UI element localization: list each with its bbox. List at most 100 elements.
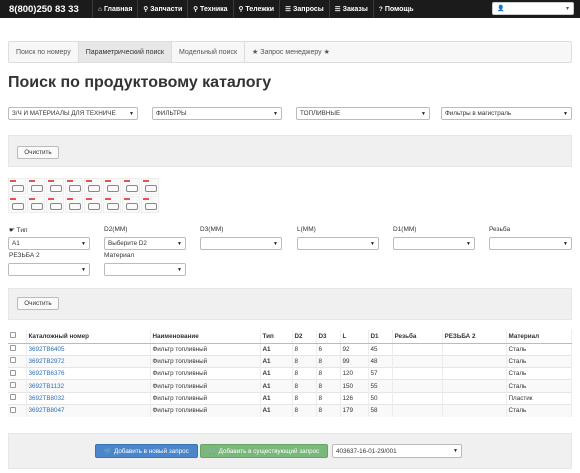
row-checkbox-cell[interactable]	[8, 379, 27, 393]
catalog-number-link[interactable]: 3692TB1132	[29, 383, 65, 390]
nav-orders[interactable]: ☰ Заказы	[328, 0, 373, 18]
select-all-checkbox[interactable]	[10, 332, 16, 339]
cell-thread2	[442, 342, 507, 356]
cell-thread2	[442, 354, 507, 368]
nav-carts[interactable]: ⚲ Тележки	[232, 0, 280, 18]
chevron-down-icon: ▼	[273, 240, 278, 247]
filter-thumbnail[interactable]	[27, 178, 45, 195]
thread2-label: РЕЗЬБА 2	[9, 252, 40, 259]
row-checkbox-cell[interactable]	[8, 354, 27, 368]
filter-thumbnail[interactable]	[84, 178, 102, 195]
cell-thread2	[442, 379, 507, 393]
nav-requests[interactable]: ☰ Запросы	[279, 0, 329, 18]
cell-thread	[392, 379, 443, 393]
select-value: 403637-16-01-29/001	[336, 447, 397, 455]
list-icon: ☰	[285, 6, 291, 13]
nav-label: Тележки	[245, 5, 275, 13]
chevron-down-icon: ▼	[81, 266, 86, 273]
search-icon: ⚲	[238, 6, 244, 13]
row-checkbox-cell[interactable]	[8, 391, 27, 405]
row-checkbox[interactable]	[10, 406, 16, 413]
cell-thread	[392, 342, 443, 356]
row-checkbox[interactable]	[10, 394, 16, 401]
search-icon: ⚲	[193, 6, 199, 13]
d1-select[interactable]: ▼	[393, 237, 475, 250]
filter-thumbnail[interactable]	[122, 196, 140, 213]
nav-parts[interactable]: ⚲ Запчасти	[137, 0, 187, 18]
nav-help[interactable]: ? Помощь	[372, 0, 419, 18]
filter-thumbnail[interactable]	[122, 178, 140, 195]
filter-thumbnail[interactable]	[103, 196, 121, 213]
chevron-down-icon: ▼	[370, 240, 375, 247]
select-value: Выберите D2	[108, 240, 147, 247]
filter-thumbnail[interactable]	[8, 196, 26, 213]
page-title: Поиск по продуктовому каталогу	[8, 74, 272, 91]
cell-material: Сталь	[506, 342, 572, 356]
category-select-4[interactable]: Фильтры в магистраль ▼	[441, 107, 572, 120]
tab-parametric-search[interactable]: Параметрический поиск	[78, 42, 172, 62]
catalog-number-link[interactable]: 3692TB6376	[29, 370, 65, 377]
existing-request-select[interactable]: 403637-16-01-29/001 ▼	[332, 444, 462, 458]
chevron-down-icon: ▼	[177, 240, 182, 247]
filter-thumbnail[interactable]	[141, 178, 159, 195]
row-checkbox[interactable]	[10, 369, 16, 376]
row-checkbox[interactable]	[10, 382, 16, 389]
thread-label: Резьба	[489, 226, 511, 233]
col-d1: D1	[368, 330, 393, 344]
filter-thumbnail[interactable]	[84, 196, 102, 213]
category-select-3[interactable]: ТОПЛИВНЫЕ ▼	[296, 107, 430, 120]
nav-home[interactable]: ⌂ Главная	[92, 0, 137, 18]
nav-label: Помощь	[384, 5, 414, 13]
add-to-existing-request-button[interactable]: 🛒 Добавить в существующий запрос	[200, 444, 328, 458]
tab-manager-request[interactable]: ★ Запрос менеджеру ★	[245, 42, 337, 62]
filter-thumbnail[interactable]	[65, 196, 83, 213]
cell-material: Сталь	[506, 403, 572, 417]
d3-select[interactable]: ▼	[200, 237, 282, 250]
cell-d1: 48	[368, 354, 393, 368]
filter-thumbnail[interactable]	[46, 178, 64, 195]
thread-select[interactable]: ▼	[489, 237, 572, 250]
l-select[interactable]: ▼	[297, 237, 379, 250]
cell-material: Сталь	[506, 367, 572, 380]
label-text: Тип	[16, 227, 28, 234]
user-menu-dropdown[interactable]: 👤 ▾	[492, 2, 574, 15]
catalog-number-link[interactable]: 3692TB2972	[29, 358, 65, 365]
filter-thumbnail[interactable]	[27, 196, 45, 213]
question-icon: ?	[378, 5, 383, 13]
add-to-new-request-button[interactable]: 🛒 Добавить в новый запрос	[95, 444, 198, 458]
d2-select[interactable]: Выберите D2 ▼	[104, 237, 186, 250]
cell-d1: 55	[368, 379, 393, 393]
filter-thumbnail[interactable]	[46, 196, 64, 213]
category-select-1[interactable]: З/Ч И МАТЕРИАЛЫ ДЛЯ ТЕХНИЧЕ ▼	[8, 107, 138, 120]
category-select-2[interactable]: ФИЛЬТРЫ ▼	[152, 107, 282, 120]
home-icon: ⌂	[98, 5, 102, 13]
row-checkbox[interactable]	[10, 345, 16, 352]
row-checkbox-cell[interactable]	[8, 367, 27, 380]
material-select[interactable]: ▼	[104, 263, 186, 276]
tab-model-search[interactable]: Модельный поиск	[172, 42, 246, 62]
row-checkbox[interactable]	[10, 357, 16, 364]
cell-l: 99	[340, 354, 369, 368]
chevron-down-icon: ▼	[466, 240, 471, 247]
catalog-number-link[interactable]: 3692TB8047	[29, 407, 65, 414]
clear-button-top[interactable]: Очистить	[17, 146, 59, 159]
select-all-header[interactable]	[8, 330, 27, 344]
thread2-select[interactable]: ▼	[8, 263, 90, 276]
filter-thumbnail[interactable]	[141, 196, 159, 213]
chevron-down-icon: ▼	[563, 110, 568, 117]
nav-machinery[interactable]: ⚲ Техника	[187, 0, 232, 18]
cell-thread	[392, 354, 443, 368]
cell-d3: 6	[316, 342, 341, 356]
row-checkbox-cell[interactable]	[8, 342, 27, 356]
catalog-number-link[interactable]: 3692TB6405	[29, 346, 65, 353]
cell-thread	[392, 367, 443, 380]
tab-number-search[interactable]: Поиск по номеру	[9, 42, 79, 62]
cell-d2: 8	[292, 354, 317, 368]
filter-thumbnail[interactable]	[8, 178, 26, 195]
filter-thumbnail[interactable]	[65, 178, 83, 195]
clear-button-bottom[interactable]: Очистить	[17, 297, 59, 310]
filter-thumbnail[interactable]	[103, 178, 121, 195]
row-checkbox-cell[interactable]	[8, 403, 27, 417]
type-select[interactable]: A1 ▼	[8, 237, 90, 250]
catalog-number-link[interactable]: 3692TB8032	[29, 395, 65, 402]
